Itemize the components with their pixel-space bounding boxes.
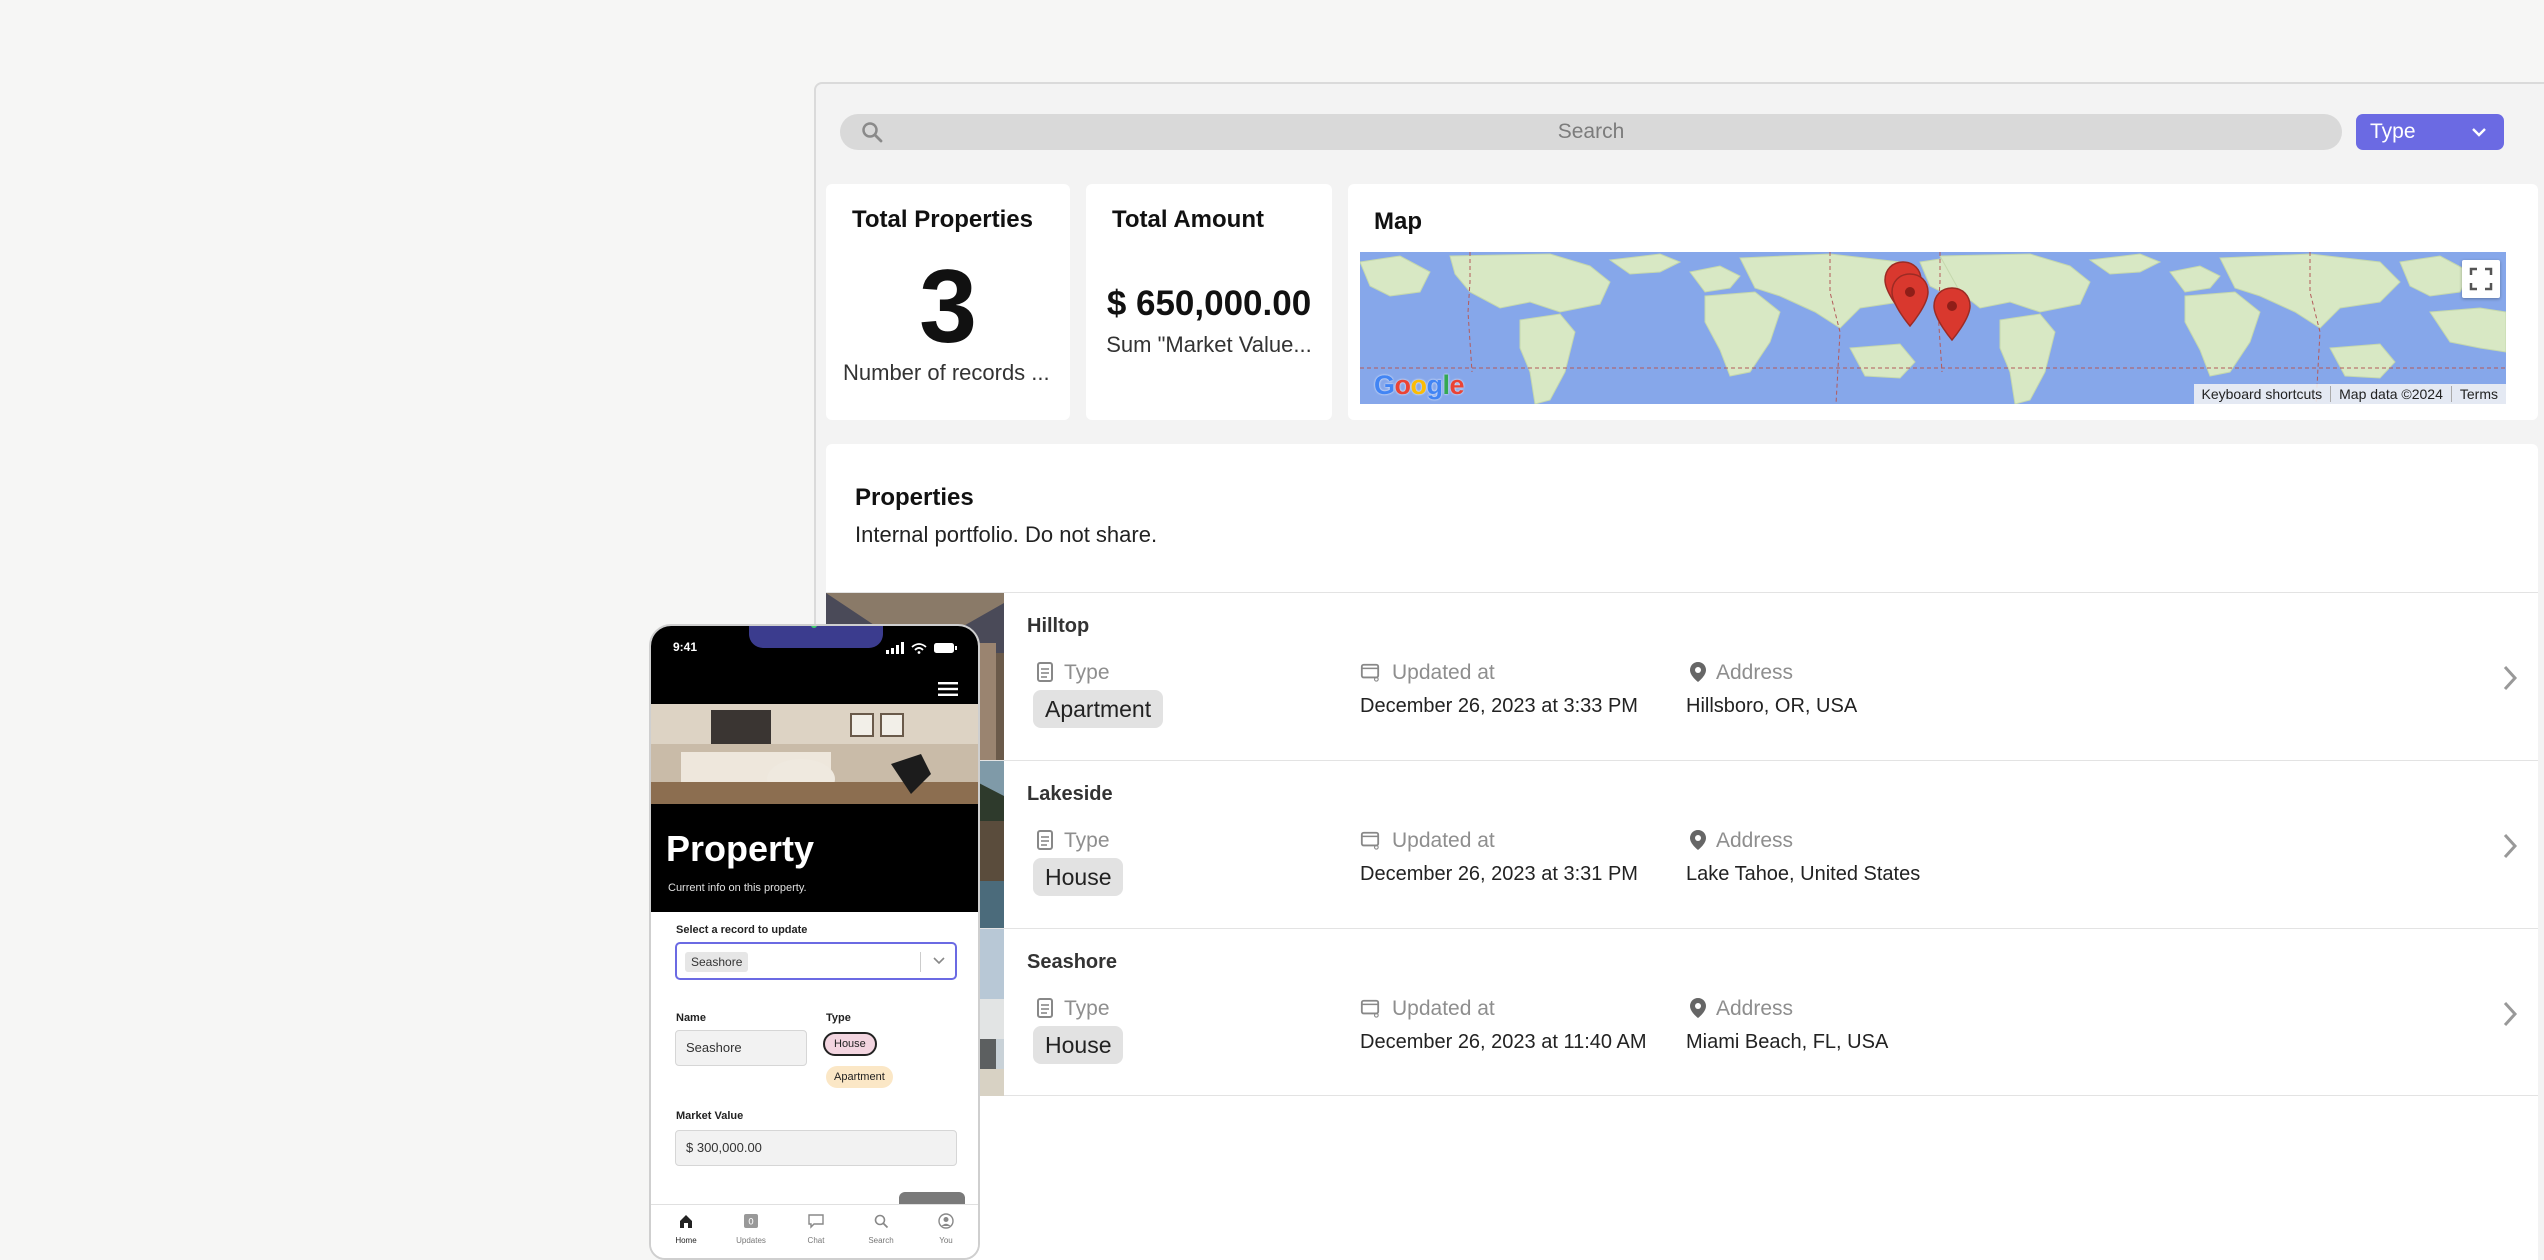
property-name: Hilltop	[1027, 615, 1090, 637]
document-icon	[1037, 662, 1053, 682]
total-properties-title: Total Properties	[852, 206, 1033, 233]
total-amount-caption: Sum "Market Value...	[1106, 332, 1312, 357]
phone-title-block: Property Current info on this property.	[651, 804, 978, 912]
address-field-label: Address	[1716, 661, 1794, 684]
home-icon	[680, 1215, 692, 1228]
phone-page-subtitle: Current info on this property.	[668, 882, 807, 894]
updated-value: December 26, 2023 at 11:40 AM	[1360, 1031, 1647, 1053]
total-properties-value: 3	[919, 249, 977, 365]
type-field-label: Type	[1064, 661, 1110, 684]
map-data-text: Map data ©2024	[2331, 386, 2452, 402]
phone-notch	[749, 626, 883, 648]
calendar-icon	[1360, 831, 1380, 850]
tab-home[interactable]: Home	[661, 1213, 711, 1245]
type-option-house[interactable]: House	[823, 1032, 877, 1056]
address-field-label: Address	[1716, 829, 1794, 852]
property-row[interactable]: Seashore Type House Updated at December …	[826, 928, 2538, 1096]
type-option-apartment[interactable]: Apartment	[826, 1066, 893, 1088]
map-marker-seashore[interactable]	[1932, 286, 1972, 342]
map-card: Map Google Keyboard shortcuts Map data ©…	[1348, 184, 2538, 420]
search-icon	[874, 1214, 889, 1229]
tab-chat[interactable]: Chat	[791, 1213, 841, 1245]
chevron-right-icon[interactable]	[2500, 831, 2520, 861]
total-properties-card: Total Properties 3 Number of records ...	[826, 184, 1070, 420]
fullscreen-icon	[2469, 267, 2493, 291]
properties-title: Properties	[855, 484, 974, 511]
address-value: Lake Tahoe, United States	[1686, 863, 1921, 885]
market-value-input[interactable]: $ 300,000.00	[675, 1130, 957, 1166]
calendar-icon	[1360, 999, 1380, 1018]
selected-record-tag: Seashore	[685, 952, 749, 972]
type-field-label: Type	[1064, 997, 1110, 1020]
property-row[interactable]: Lakeside Type House Updated at December …	[826, 760, 2538, 928]
property-hero-image	[651, 704, 978, 804]
updated-value: December 26, 2023 at 3:31 PM	[1360, 863, 1638, 885]
total-properties-caption: Number of records ...	[843, 360, 1050, 385]
updated-field-label: Updated at	[1392, 997, 1495, 1020]
properties-card: Properties Internal portfolio. Do not sh…	[826, 444, 2538, 1260]
chevron-right-icon[interactable]	[2500, 663, 2520, 693]
phone-tab-bar: Home 0 Updates Chat Search You	[651, 1204, 978, 1258]
updated-value: December 26, 2023 at 3:33 PM	[1360, 695, 1638, 717]
property-name: Lakeside	[1027, 783, 1113, 805]
updates-icon: 0	[744, 1214, 758, 1228]
keyboard-shortcuts-link[interactable]: Keyboard shortcuts	[2194, 386, 2332, 402]
chevron-right-icon[interactable]	[2500, 999, 2520, 1029]
properties-subtitle: Internal portfolio. Do not share.	[855, 522, 1158, 547]
updated-field-label: Updated at	[1392, 661, 1495, 684]
chevron-down-icon	[2472, 128, 2486, 137]
property-row[interactable]: Hilltop Type Apartment Updated at Decemb…	[826, 592, 2538, 760]
type-chip: Apartment	[1033, 690, 1164, 728]
select-record-label: Select a record to update	[676, 924, 808, 936]
record-select[interactable]: Seashore	[675, 942, 957, 980]
type-field-label: Type	[1064, 829, 1110, 852]
location-pin-icon	[1690, 662, 1706, 682]
phone-page-title: Property	[666, 828, 815, 869]
dashboard-panel: Search Type Total Properties 3 Number of…	[814, 82, 2544, 1260]
fullscreen-button[interactable]	[2462, 260, 2500, 298]
address-field-label: Address	[1716, 997, 1794, 1020]
profile-icon	[938, 1213, 954, 1229]
address-value: Miami Beach, FL, USA	[1686, 1031, 1889, 1053]
name-label: Name	[676, 1012, 706, 1024]
document-icon	[1037, 998, 1053, 1018]
google-logo: Google	[1374, 370, 1465, 400]
phone-preview: 9:41 Property Current info on this prope…	[649, 624, 980, 1260]
chat-icon	[808, 1214, 824, 1229]
location-pin-icon	[1690, 998, 1706, 1018]
status-time: 9:41	[673, 640, 698, 654]
tab-you[interactable]: You	[921, 1213, 971, 1245]
type-label: Type	[826, 1012, 851, 1024]
document-icon	[1037, 830, 1053, 850]
map-title: Map	[1374, 208, 1422, 235]
type-chip: House	[1033, 1026, 1124, 1064]
type-filter-dropdown[interactable]: Type	[2356, 114, 2504, 150]
calendar-icon	[1360, 663, 1380, 682]
name-input[interactable]: Seashore	[675, 1030, 807, 1066]
tab-search[interactable]: Search	[856, 1213, 906, 1245]
total-amount-title: Total Amount	[1112, 206, 1264, 233]
terms-link[interactable]: Terms	[2452, 386, 2506, 402]
map-attribution: Keyboard shortcuts Map data ©2024 Terms	[2193, 384, 2506, 404]
svg-text:0: 0	[748, 1218, 754, 1228]
property-name: Seashore	[1027, 951, 1118, 973]
type-chip: House	[1033, 858, 1124, 896]
type-filter-label: Type	[2370, 120, 2416, 143]
address-value: Hillsboro, OR, USA	[1686, 695, 1858, 717]
market-value-label: Market Value	[676, 1110, 744, 1122]
total-amount-value: $ 650,000.00	[1106, 284, 1312, 323]
hamburger-menu-icon[interactable]	[938, 682, 958, 696]
search-bar[interactable]: Search	[840, 114, 2342, 150]
chevron-down-icon	[933, 957, 945, 965]
status-icons	[886, 642, 957, 654]
map-marker-lakeside[interactable]	[1890, 272, 1930, 328]
search-placeholder: Search	[1557, 120, 1625, 143]
location-pin-icon	[1690, 830, 1706, 850]
tab-updates[interactable]: 0 Updates	[726, 1213, 776, 1245]
updated-field-label: Updated at	[1392, 829, 1495, 852]
map-view[interactable]: Google Keyboard shortcuts Map data ©2024…	[1360, 252, 2506, 404]
total-amount-card: Total Amount $ 650,000.00 Sum "Market Va…	[1086, 184, 1332, 420]
